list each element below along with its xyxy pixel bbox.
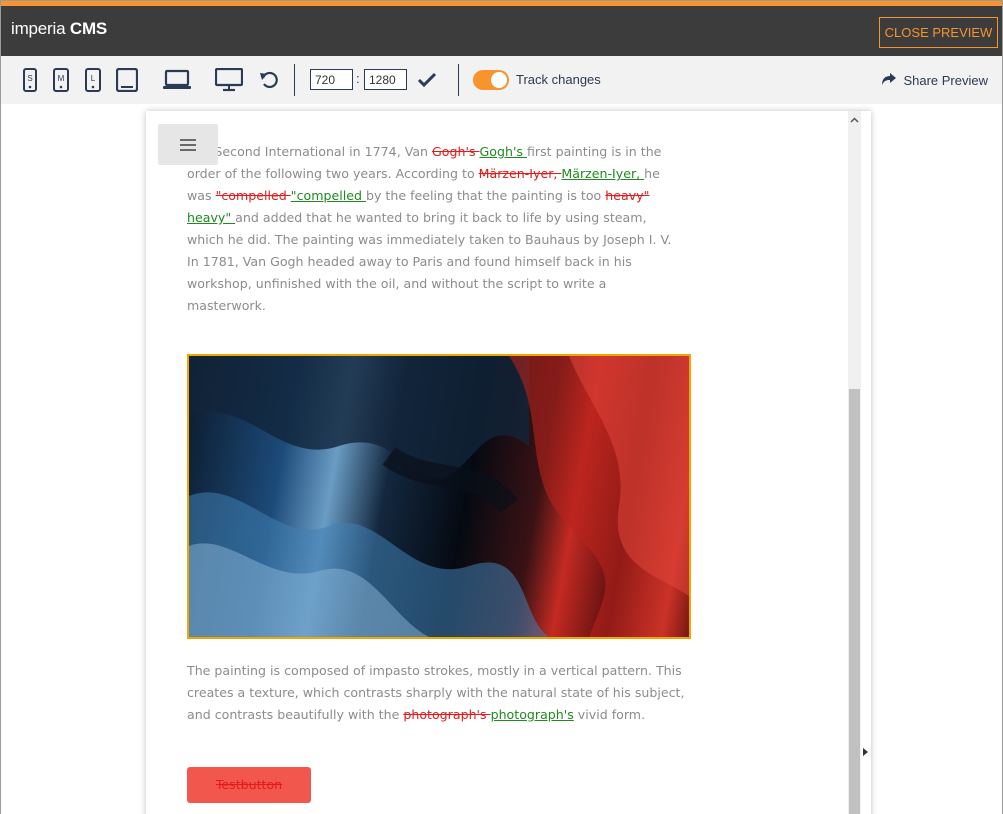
hamburger-icon [180,138,196,151]
article-image[interactable] [187,354,691,639]
close-preview-button[interactable]: CLOSE PREVIEW [879,17,998,48]
deleted-text: photograph's [403,707,491,722]
paragraph-intro: The Second International in 1774, Van Go… [187,144,672,313]
inserted-text: heavy" [187,210,236,225]
rotate-icon[interactable] [258,68,280,92]
toolbar-divider [458,64,459,96]
toggle-knob [491,72,507,88]
s-phone-icon[interactable]: S [21,68,39,92]
tablet-icon[interactable] [115,68,139,92]
scroll-up-icon[interactable] [849,115,860,125]
m-phone-icon[interactable]: M [52,68,70,92]
width-input[interactable] [310,69,353,90]
expand-arrow-icon[interactable] [863,748,868,756]
track-changes-label: Track changes [516,72,601,87]
svg-text:L: L [91,74,96,83]
deleted-text: heavy" [605,188,650,203]
test-button[interactable]: Testbutton [187,767,311,803]
track-changes-toggle[interactable] [473,70,509,90]
inserted-text: Gogh's [479,144,527,159]
svg-text:M: M [58,74,65,83]
apply-check-icon[interactable] [416,68,438,92]
toolbar-divider [294,64,295,96]
frame-scrollbar[interactable] [848,111,861,814]
deleted-text: "compelled [215,188,291,203]
share-preview-label: Share Preview [903,73,988,88]
svg-text:S: S [27,74,32,83]
l-phone-icon[interactable]: L [84,68,102,92]
header-bar: imperia CMS CLOSE PREVIEW [1,1,1002,56]
height-input[interactable] [364,69,407,90]
preview-canvas: The Second International in 1774, Van Go… [1,104,1002,814]
inserted-text: "compelled [290,188,366,203]
deleted-text: Gogh's [432,144,480,159]
brand-logo: imperia CMS [11,19,108,38]
paragraph-description: The painting is composed of impasto stro… [187,663,685,722]
dimension-separator: : [356,71,360,86]
deleted-text: Märzen-Iyer, [478,166,562,181]
preview-toolbar: S M L : Track changes Share Preview [1,56,1002,104]
hamburger-menu-button[interactable] [158,124,218,165]
share-preview-button[interactable]: Share Preview [881,72,988,89]
inserted-text: Märzen-Iyer, [561,166,645,181]
laptop-icon[interactable] [162,68,192,92]
device-frame: The Second International in 1774, Van Go… [146,111,871,814]
inserted-text: photograph's [490,707,574,722]
scroll-thumb[interactable] [849,389,860,814]
share-icon [881,72,897,89]
desktop-icon[interactable] [215,68,243,92]
